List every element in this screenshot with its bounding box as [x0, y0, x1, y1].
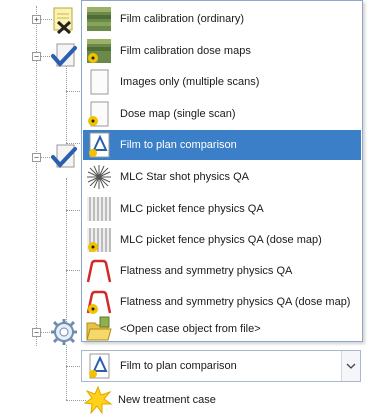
option-mlc-star-shot[interactable]: MLC Star shot physics QA: [83, 162, 361, 192]
option-label: Dose map (single scan): [120, 108, 236, 120]
option-label: MLC Star shot physics QA: [120, 171, 249, 183]
tree-connector: [66, 400, 86, 401]
film-plan-comparison-icon: [86, 132, 112, 158]
gear-icon[interactable]: [50, 318, 78, 346]
flatness-symmetry-dose-icon: [86, 289, 112, 315]
new-treatment-case-label[interactable]: New treatment case: [118, 394, 216, 406]
option-film-to-plan-comparison[interactable]: Film to plan comparison: [83, 130, 361, 160]
case-type-dropdown-list[interactable]: Film calibration (ordinary) Film calibra…: [81, 0, 363, 342]
option-images-only[interactable]: Images only (multiple scans): [83, 67, 361, 97]
option-label: MLC picket fence physics QA (dose map): [120, 234, 322, 246]
picket-fence-dose-icon: [86, 227, 112, 253]
case-type-combobox[interactable]: Film to plan comparison: [81, 350, 361, 382]
option-label: Images only (multiple scans): [120, 76, 260, 88]
note-x-icon[interactable]: [50, 6, 78, 34]
film-calibration-icon: [86, 6, 112, 32]
option-label: Film calibration (ordinary): [120, 13, 245, 25]
open-folder-icon: [86, 316, 112, 342]
film-calibration-dose-icon: [86, 38, 112, 64]
combo-selected-label: Film to plan comparison: [120, 360, 237, 372]
tree-connector: [66, 366, 82, 367]
film-plan-comparison-icon: [86, 353, 112, 379]
option-label: <Open case object from file>: [120, 323, 261, 335]
starburst-icon[interactable]: [84, 386, 112, 414]
tree-connector: [66, 210, 82, 211]
dose-map-icon: [86, 101, 112, 127]
flatness-symmetry-icon: [86, 258, 112, 284]
tree-connector: [66, 178, 67, 338]
option-label: Flatness and symmetry physics QA: [120, 265, 293, 277]
tree-connector: [66, 270, 82, 271]
star-shot-icon: [86, 164, 112, 190]
option-dose-map[interactable]: Dose map (single scan): [83, 99, 361, 129]
chevron-down-icon[interactable]: [341, 351, 360, 381]
option-open-case-from-file[interactable]: <Open case object from file>: [83, 314, 361, 344]
option-label: Flatness and symmetry physics QA (dose m…: [120, 296, 351, 308]
option-flatness-symmetry-dose[interactable]: Flatness and symmetry physics QA (dose m…: [83, 287, 361, 317]
option-film-calibration[interactable]: Film calibration (ordinary): [83, 4, 361, 34]
option-mlc-picket-fence-dose[interactable]: MLC picket fence physics QA (dose map): [83, 225, 361, 255]
document-icon: [86, 69, 112, 95]
option-label: Film calibration dose maps: [120, 45, 251, 57]
picket-fence-icon: [86, 196, 112, 222]
option-film-calibration-dose-maps[interactable]: Film calibration dose maps: [83, 36, 361, 66]
checked-document-icon[interactable]: [50, 143, 78, 171]
option-flatness-symmetry[interactable]: Flatness and symmetry physics QA: [83, 256, 361, 286]
tree-connector: [66, 345, 67, 400]
checked-document-icon[interactable]: [50, 42, 78, 70]
tree-connector: [66, 91, 82, 92]
option-label: Film to plan comparison: [120, 139, 237, 151]
option-mlc-picket-fence[interactable]: MLC picket fence physics QA: [83, 194, 361, 224]
option-label: MLC picket fence physics QA: [120, 203, 264, 215]
